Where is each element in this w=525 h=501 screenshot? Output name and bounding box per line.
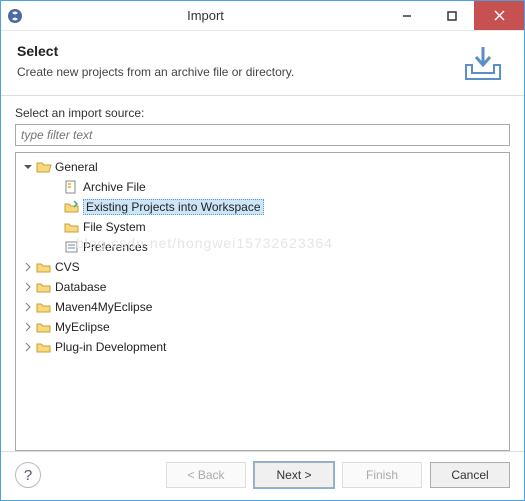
tree-label: Existing Projects into Workspace — [83, 199, 264, 215]
page-description: Create new projects from an archive file… — [17, 65, 458, 79]
tree-label: Maven4MyEclipse — [55, 300, 152, 314]
folder-open-icon — [36, 159, 52, 175]
window-title: Import — [27, 8, 384, 23]
folder-icon — [36, 339, 52, 355]
page-title: Select — [17, 43, 458, 59]
tree-label: General — [55, 160, 98, 174]
import-icon — [458, 43, 508, 83]
tree-node-plugin-dev[interactable]: Plug-in Development — [18, 337, 507, 357]
source-label: Select an import source: — [15, 106, 510, 120]
collapse-arrow-icon[interactable] — [22, 281, 34, 293]
collapse-arrow-icon[interactable] — [22, 261, 34, 273]
preferences-icon — [64, 239, 80, 255]
collapse-arrow-icon[interactable] — [22, 321, 34, 333]
filter-input[interactable] — [15, 124, 510, 146]
back-button[interactable]: < Back — [166, 462, 246, 488]
tree-label: Archive File — [83, 180, 146, 194]
tree-label: Plug-in Development — [55, 340, 166, 354]
tree-label: File System — [83, 220, 146, 234]
tree-node-database[interactable]: Database — [18, 277, 507, 297]
tree-node-maven4myeclipse[interactable]: Maven4MyEclipse — [18, 297, 507, 317]
tree-node-archive-file[interactable]: Archive File — [58, 177, 507, 197]
folder-icon — [36, 299, 52, 315]
expand-arrow-icon[interactable] — [22, 161, 34, 173]
tree-node-file-system[interactable]: File System — [58, 217, 507, 237]
minimize-button[interactable] — [384, 1, 429, 30]
archive-file-icon — [64, 179, 80, 195]
tree-label: Preferences — [83, 240, 148, 254]
cancel-button[interactable]: Cancel — [430, 462, 510, 488]
app-icon — [7, 8, 23, 24]
maximize-button[interactable] — [429, 1, 474, 30]
tree-label: Database — [55, 280, 106, 294]
next-button[interactable]: Next > — [254, 462, 334, 488]
tree-node-preferences[interactable]: Preferences — [58, 237, 507, 257]
tree-node-myeclipse[interactable]: MyEclipse — [18, 317, 507, 337]
tree-label: CVS — [55, 260, 80, 274]
help-button[interactable]: ? — [15, 462, 41, 488]
collapse-arrow-icon[interactable] — [22, 341, 34, 353]
tree-node-existing-projects[interactable]: Existing Projects into Workspace — [58, 197, 507, 217]
title-bar: Import — [1, 1, 524, 31]
collapse-arrow-icon[interactable] — [22, 301, 34, 313]
close-button[interactable] — [474, 1, 524, 30]
folder-icon — [64, 219, 80, 235]
tree-node-general[interactable]: General — [18, 157, 507, 177]
folder-icon — [36, 279, 52, 295]
finish-button[interactable]: Finish — [342, 462, 422, 488]
folder-icon — [36, 259, 52, 275]
tree-label: MyEclipse — [55, 320, 110, 334]
tree-node-cvs[interactable]: CVS — [18, 257, 507, 277]
import-tree[interactable]: blog.csdn.net/hongwei15732623364 General… — [15, 152, 510, 451]
wizard-header: Select Create new projects from an archi… — [1, 31, 524, 96]
project-import-icon — [64, 199, 80, 215]
folder-icon — [36, 319, 52, 335]
